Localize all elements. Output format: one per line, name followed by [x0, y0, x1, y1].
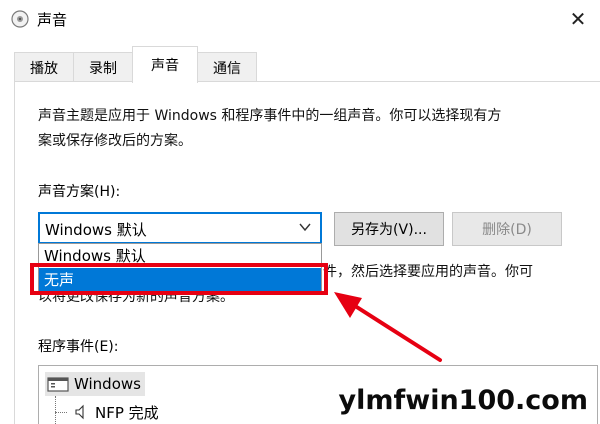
- tab-recording[interactable]: 录制: [73, 52, 133, 82]
- watermark: ylmfwin100.com: [338, 385, 588, 416]
- tree-item-nfp-complete[interactable]: NFP 完成: [73, 400, 159, 424]
- delete-button[interactable]: 删除(D): [452, 212, 562, 246]
- tree-guide-line: [55, 396, 56, 424]
- title-bar: 声音 ✕: [0, 0, 600, 38]
- tree-item-windows[interactable]: Windows: [45, 372, 145, 396]
- chevron-down-icon: [299, 223, 311, 232]
- tab-playback[interactable]: 播放: [14, 52, 74, 82]
- window-title: 声音: [37, 11, 68, 29]
- window-icon: [47, 377, 69, 392]
- sound-scheme-select[interactable]: Windows 默认: [38, 212, 322, 244]
- tab-sounds[interactable]: 声音: [132, 46, 198, 83]
- tab-communications[interactable]: 通信: [197, 52, 257, 82]
- annotation-highlight-box: [30, 263, 328, 295]
- program-events-label: 程序事件(E):: [38, 339, 119, 355]
- speaker-icon: [75, 404, 84, 420]
- save-as-button[interactable]: 另存为(V)...: [334, 212, 444, 246]
- sound-scheme-label: 声音方案(H):: [38, 184, 121, 200]
- speaker-icon: [11, 10, 29, 28]
- sound-scheme-value: Windows 默认: [45, 221, 147, 239]
- close-button[interactable]: ✕: [564, 5, 592, 33]
- tab-strip: 播放 录制 声音 通信: [0, 46, 600, 83]
- scheme-description: 声音主题是应用于 Windows 和程序事件中的一组声音。你可以选择现有方 案或…: [38, 108, 502, 149]
- tree-guide-line: [55, 412, 67, 413]
- annotation-arrow-icon: [334, 292, 442, 362]
- close-icon: ✕: [569, 7, 587, 31]
